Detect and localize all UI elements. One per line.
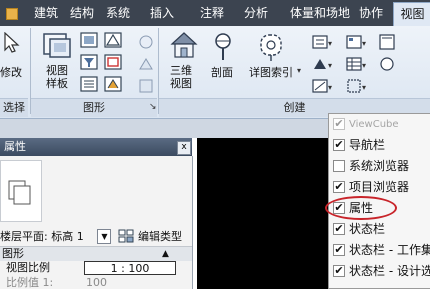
floor-plan-type-label[interactable]: 楼层平面: 标高 1: [0, 229, 84, 244]
check-icon: ✔: [333, 117, 345, 130]
menu-item-label: 状态栏: [349, 222, 386, 236]
filters-icon[interactable]: [80, 54, 98, 70]
property-name: 视图比例: [6, 261, 50, 274]
check-icon: ✔: [333, 243, 345, 256]
menu-item-status-bar-worksets[interactable]: ✔ 状态栏 - 工作集: [329, 240, 430, 261]
scope-box-icon[interactable]: ▾: [346, 78, 368, 94]
cut-profile-icon[interactable]: [104, 54, 122, 70]
collapse-icon[interactable]: ▲: [162, 248, 169, 260]
properties-title-bar[interactable]: 属性: [0, 138, 192, 156]
plan-views-icon[interactable]: ▾: [312, 34, 334, 50]
visibility-graphics-icon[interactable]: [80, 32, 98, 48]
3d-view-label[interactable]: 三维 视图: [170, 64, 202, 90]
property-row: 比例值 1: 100: [0, 276, 192, 290]
menu-item-status-bar-design-options[interactable]: ✔ 状态栏 - 设计选: [329, 261, 430, 282]
section-label[interactable]: 剖面: [211, 66, 233, 79]
menu-item-status-bar[interactable]: ✔ 状态栏: [329, 219, 430, 240]
chevron-down-icon: ▼: [101, 232, 108, 241]
tab-annotate[interactable]: 注释: [196, 0, 228, 26]
check-icon: ✔: [333, 222, 345, 235]
application-menu-icon[interactable]: [0, 0, 22, 26]
render-icon[interactable]: [104, 76, 122, 92]
svg-text:▾: ▾: [328, 61, 332, 70]
render-gallery-icon[interactable]: [138, 56, 154, 72]
tab-architecture[interactable]: 建筑: [30, 0, 62, 26]
svg-text:▾: ▾: [328, 39, 332, 48]
drafting-view-icon[interactable]: ▾: [312, 78, 334, 94]
properties-title: 属性: [4, 140, 26, 153]
callout-icon[interactable]: [258, 32, 286, 62]
property-name: 比例值 1:: [6, 276, 54, 289]
check-icon: ✔: [333, 264, 345, 277]
close-button[interactable]: x: [177, 141, 191, 155]
dialog-launcher-icon[interactable]: ↘: [149, 101, 157, 113]
menu-item-label: ViewCube: [349, 119, 399, 130]
svg-text:▾: ▾: [362, 39, 366, 48]
tab-insert[interactable]: 插入: [146, 0, 178, 26]
type-preview-image: [0, 160, 42, 222]
properties-group-label: 图形: [2, 247, 24, 260]
menu-item-label: 导航栏: [349, 138, 386, 152]
svg-text:▾: ▾: [362, 83, 366, 92]
property-value: 100: [86, 276, 107, 289]
menu-item-label: 系统浏览器: [349, 159, 410, 173]
properties-group-header[interactable]: 图形 ▲: [0, 246, 192, 261]
section-icon[interactable]: [210, 32, 236, 62]
menu-item-label: 状态栏 - 设计选: [349, 264, 430, 278]
thin-lines-icon[interactable]: [80, 76, 98, 92]
edit-type-button[interactable]: 编辑类型: [138, 229, 182, 244]
elevation-icon[interactable]: ▾: [312, 56, 334, 72]
menu-item-viewcube[interactable]: ✔ ViewCube: [329, 114, 430, 135]
svg-text:▾: ▾: [328, 83, 332, 92]
menu-item-system-browser[interactable]: 系统浏览器: [329, 156, 430, 177]
graphics-panel-label: 图形: [31, 98, 157, 117]
menu-item-navigation-bar[interactable]: ✔ 导航栏: [329, 135, 430, 156]
checkbox-empty: [333, 160, 345, 172]
tab-structure[interactable]: 结构: [66, 0, 98, 26]
highlight-annotation: [325, 196, 397, 220]
menu-item-label: 状态栏 - 工作集: [349, 243, 430, 257]
tab-systems[interactable]: 系统: [102, 0, 134, 26]
check-icon: ✔: [333, 180, 345, 193]
view-templates-icon[interactable]: [42, 30, 72, 60]
callout-label[interactable]: 详图索引: [249, 66, 293, 79]
view-scale-input[interactable]: 1 : 100: [84, 261, 176, 275]
menu-item-project-browser[interactable]: ✔ 项目浏览器: [329, 177, 430, 198]
type-selector-dropdown[interactable]: ▼: [97, 229, 111, 244]
3d-view-icon[interactable]: [168, 28, 200, 60]
tab-analyze[interactable]: 分析: [240, 0, 272, 26]
modify-cursor-icon[interactable]: [2, 32, 20, 54]
render-cloud-icon[interactable]: [138, 34, 154, 50]
tab-view[interactable]: 视图: [393, 2, 430, 27]
select-panel-label[interactable]: 选择: [0, 98, 28, 117]
show-hidden-lines-icon[interactable]: [104, 32, 122, 48]
workspace-strip: [0, 119, 328, 138]
check-icon: ✔: [333, 138, 345, 151]
view-templates-label[interactable]: 视图 样板: [46, 64, 72, 90]
svg-text:▾: ▾: [362, 61, 366, 70]
ribbon: 修改 选择 视图 样板 图形 ↘ 三维 视图 剖面 详图索引 ▾ ▾ ▾ ▾ ▾…: [0, 26, 430, 119]
sheet-icon[interactable]: [378, 34, 400, 50]
tab-collaborate[interactable]: 协作: [356, 0, 386, 26]
legends-icon[interactable]: ▾: [346, 34, 368, 50]
view-reference-icon[interactable]: [378, 56, 400, 72]
menu-item-label: 项目浏览器: [349, 180, 410, 194]
schedules-icon[interactable]: ▾: [346, 56, 368, 72]
callout-dropdown-icon[interactable]: ▾: [297, 66, 301, 75]
edit-type-icon[interactable]: [118, 229, 134, 244]
ribbon-tab-bar: 建筑 结构 系统 插入 注释 分析 体量和场地 协作 视图: [0, 0, 430, 27]
modify-button-label[interactable]: 修改: [0, 66, 22, 79]
section-box-icon[interactable]: [138, 78, 154, 94]
tab-massing-site[interactable]: 体量和场地: [283, 0, 357, 26]
